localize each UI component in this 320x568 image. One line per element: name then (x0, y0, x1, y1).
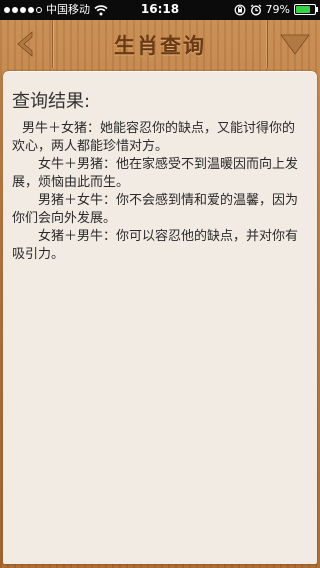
alarm-icon (250, 4, 261, 16)
result-paragraph: 女牛＋男猪：他在家感受不到温暖因而向上发展，烦恼由此而生。 (12, 157, 299, 190)
rotation-lock-icon (234, 4, 245, 15)
battery-icon (294, 4, 318, 15)
result-text: 男牛＋女猪：她能容忍你的缺点，又能讨得你的欢心，两人都能珍惜对方。 女牛＋男猪：… (12, 120, 302, 264)
result-paragraph: 女猪＋男牛：你可以容忍他的缺点，并对你有吸引力。 (12, 229, 299, 262)
result-paragraph: 男牛＋女猪：她能容忍你的缺点，又能讨得你的欢心，两人都能珍惜对方。 (12, 121, 296, 154)
back-arrow-icon (17, 31, 33, 57)
battery-percent: 79% (265, 3, 290, 16)
status-bar: 中国移动 16:18 79% (0, 0, 320, 20)
result-heading: 查询结果: (12, 91, 91, 112)
result-paragraph: 男猪＋女牛：你不会感到情和爱的温馨，因为你们会向外发展。 (12, 193, 299, 226)
dropdown-menu-button[interactable] (267, 20, 320, 68)
nav-bar: 生肖查询 (0, 20, 320, 68)
battery-fill (296, 6, 311, 13)
result-card: 查询结果: 男牛＋女猪：她能容忍你的缺点，又能讨得你的欢心，两人都能珍惜对方。 … (3, 71, 317, 564)
dropdown-triangle-icon (280, 34, 310, 55)
page-title: 生肖查询 (114, 34, 206, 58)
back-button[interactable] (0, 20, 53, 68)
status-right: 79% (234, 3, 318, 16)
